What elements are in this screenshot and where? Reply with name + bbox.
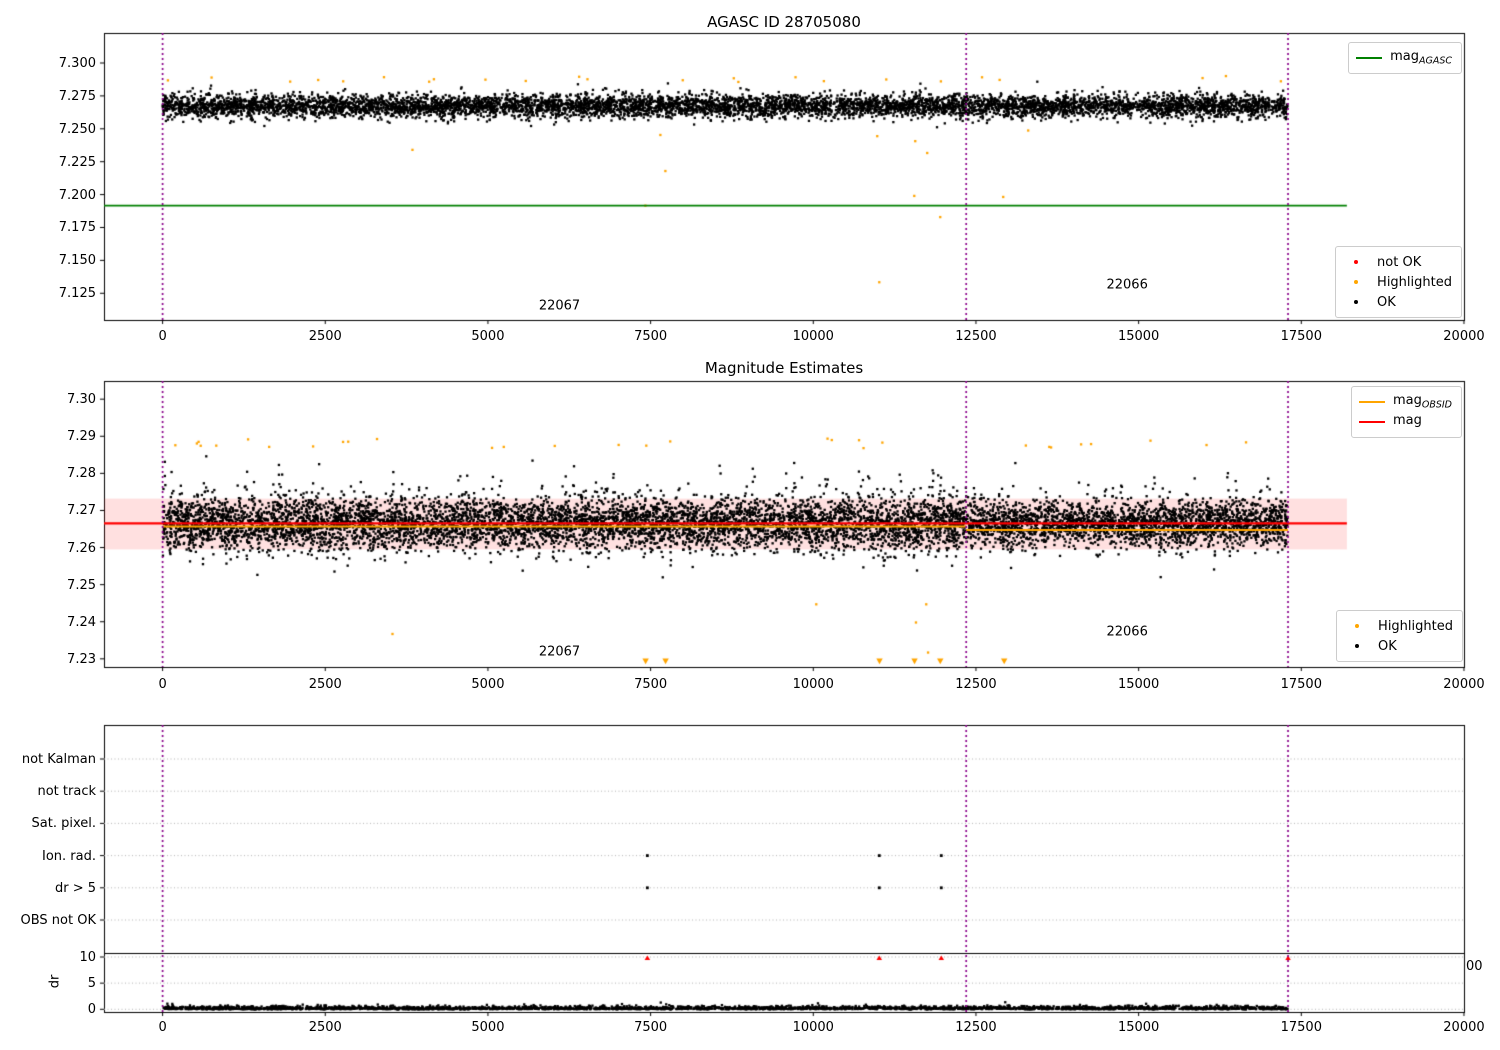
flag-category-label: not Kalman [21,752,96,767]
panel1-y-tick-label: 7.200 [58,187,96,203]
flag-category-label: Ion. rad. [42,848,96,864]
legend-point-types-middle: Highlighted OK [1336,610,1463,662]
obsid-annotation: 22066 [1106,277,1148,293]
legend-mag-agasc: magAGASC [1348,42,1462,74]
panel1-y-tick-label: 7.125 [58,286,96,302]
panel2-x-tick-label: 12500 [955,677,997,692]
black-dot-swatch [1343,299,1369,305]
dr-tick-label: 10 [79,950,96,965]
panel2-y-tick-label: 7.29 [67,429,96,445]
legend-label-highlighted-mid: Highlighted [1378,618,1453,634]
obsid-annotation: 22067 [538,298,581,314]
panel1-x-tick-label: 2500 [308,329,342,344]
legend-item-mag-obsid: magOBSID [1358,392,1452,412]
legend-item-ok: OK [1343,292,1452,312]
panel2-y-tick-label: 7.30 [67,392,96,408]
obsid-annotation: 22066 [1106,624,1148,640]
legend-mag-lines: magOBSID mag [1350,386,1462,438]
legend-item-mag-agasc: magAGASC [1356,48,1452,68]
legend-label-ok: OK [1377,294,1396,310]
panel3-x-tick-label: 17500 [1280,1020,1322,1035]
dr-tick-label: 5 [87,976,96,992]
panel3-x-tick-label: 2500 [308,1020,342,1035]
panel2-x-tick-label: 10000 [792,677,834,692]
panel3-x-tick-label: 12500 [955,1020,997,1035]
panel1-x-tick-label: 10000 [792,329,834,344]
legend-label-ok-mid: OK [1378,638,1397,654]
panel1-y-tick-label: 7.300 [58,56,96,71]
legend-point-types-top: not OK Highlighted OK [1335,246,1462,318]
legend-item-mag: mag [1358,412,1452,432]
flag-category-label: OBS not OK [20,913,97,928]
panel3-x-tick-label: 5000 [471,1020,505,1035]
panel2-y-tick-label: 7.25 [67,577,96,593]
legend-item-not-ok: not OK [1343,252,1452,272]
panel2-x-tick-label: 15000 [1117,677,1160,692]
figure-canvas [0,0,1500,1050]
obsid-annotation: 22067 [538,644,581,660]
red-dot-swatch [1343,259,1369,265]
panel1-x-tick-label: 0 [158,329,167,344]
panel3-x-tick-label: 10000 [792,1020,834,1035]
panel2-x-tick-label: 2500 [308,677,342,692]
panel2-x-tick-label: 0 [158,677,167,692]
orange-dot-swatch [1343,279,1369,285]
legend-label-mag-agasc: magAGASC [1390,48,1452,67]
panel2-y-tick-label: 7.27 [67,503,96,519]
dr-tick-label: 0 [87,1002,96,1018]
panel3-x-tick-label: 0 [158,1020,167,1035]
panel2-x-tick-label: 17500 [1280,677,1322,692]
panel1-x-tick-label: 12500 [955,329,997,344]
panel1-x-tick-label: 17500 [1280,329,1322,344]
legend-item-highlighted: Highlighted [1343,272,1452,292]
figure: AGASC ID 28705080 Magnitude Estimates ma… [0,0,1500,1050]
black-dot-swatch [1344,643,1370,649]
flag-category-label: not track [37,784,96,800]
panel1-title: AGASC ID 28705080 [707,13,861,31]
panel1-y-tick-label: 7.150 [58,253,96,269]
flag-category-label: dr > 5 [54,880,96,896]
legend-label-highlighted: Highlighted [1377,274,1452,290]
legend-item-highlighted-mid: Highlighted [1344,616,1453,636]
panel2-title: Magnitude Estimates [704,359,864,377]
panel1-x-tick-label: 15000 [1117,329,1160,344]
panel3-x-tick-label: 15000 [1117,1020,1160,1035]
panel2-y-tick-label: 7.23 [67,651,96,667]
panel3-x-tick-label: 20000 [1443,1020,1485,1035]
red-line-swatch [1358,420,1385,424]
panel2-y-tick-label: 7.24 [67,614,96,630]
legend-label-mag: mag [1392,412,1422,428]
orange-dot-swatch [1344,623,1370,629]
panel1-x-tick-label: 7500 [634,329,668,344]
panel1-x-tick-label: 5000 [471,329,505,344]
legend-label-mag-obsid: magOBSID [1392,392,1452,411]
panel1-y-tick-label: 7.225 [58,154,96,170]
panel2-x-tick-label: 7500 [634,677,668,692]
panel2-y-tick-label: 7.26 [67,540,96,556]
legend-label-not-ok: not OK [1377,254,1422,270]
clipped-xtick-label: 00 [1466,959,1483,974]
legend-item-ok-mid: OK [1344,636,1453,656]
panel2-x-tick-label: 5000 [471,677,505,692]
panel1-y-tick-label: 7.250 [58,121,96,137]
panel1-y-tick-label: 7.275 [58,88,96,104]
panel2-x-tick-label: 20000 [1443,677,1485,692]
orange-line-swatch [1358,400,1385,404]
flag-category-label: Sat. pixel. [31,816,96,832]
panel2-y-tick-label: 7.28 [67,466,96,482]
green-line-swatch [1356,56,1383,60]
panel1-x-tick-label: 20000 [1443,329,1485,344]
panel1-y-tick-label: 7.175 [58,220,96,236]
panel3-x-tick-label: 7500 [634,1020,668,1035]
